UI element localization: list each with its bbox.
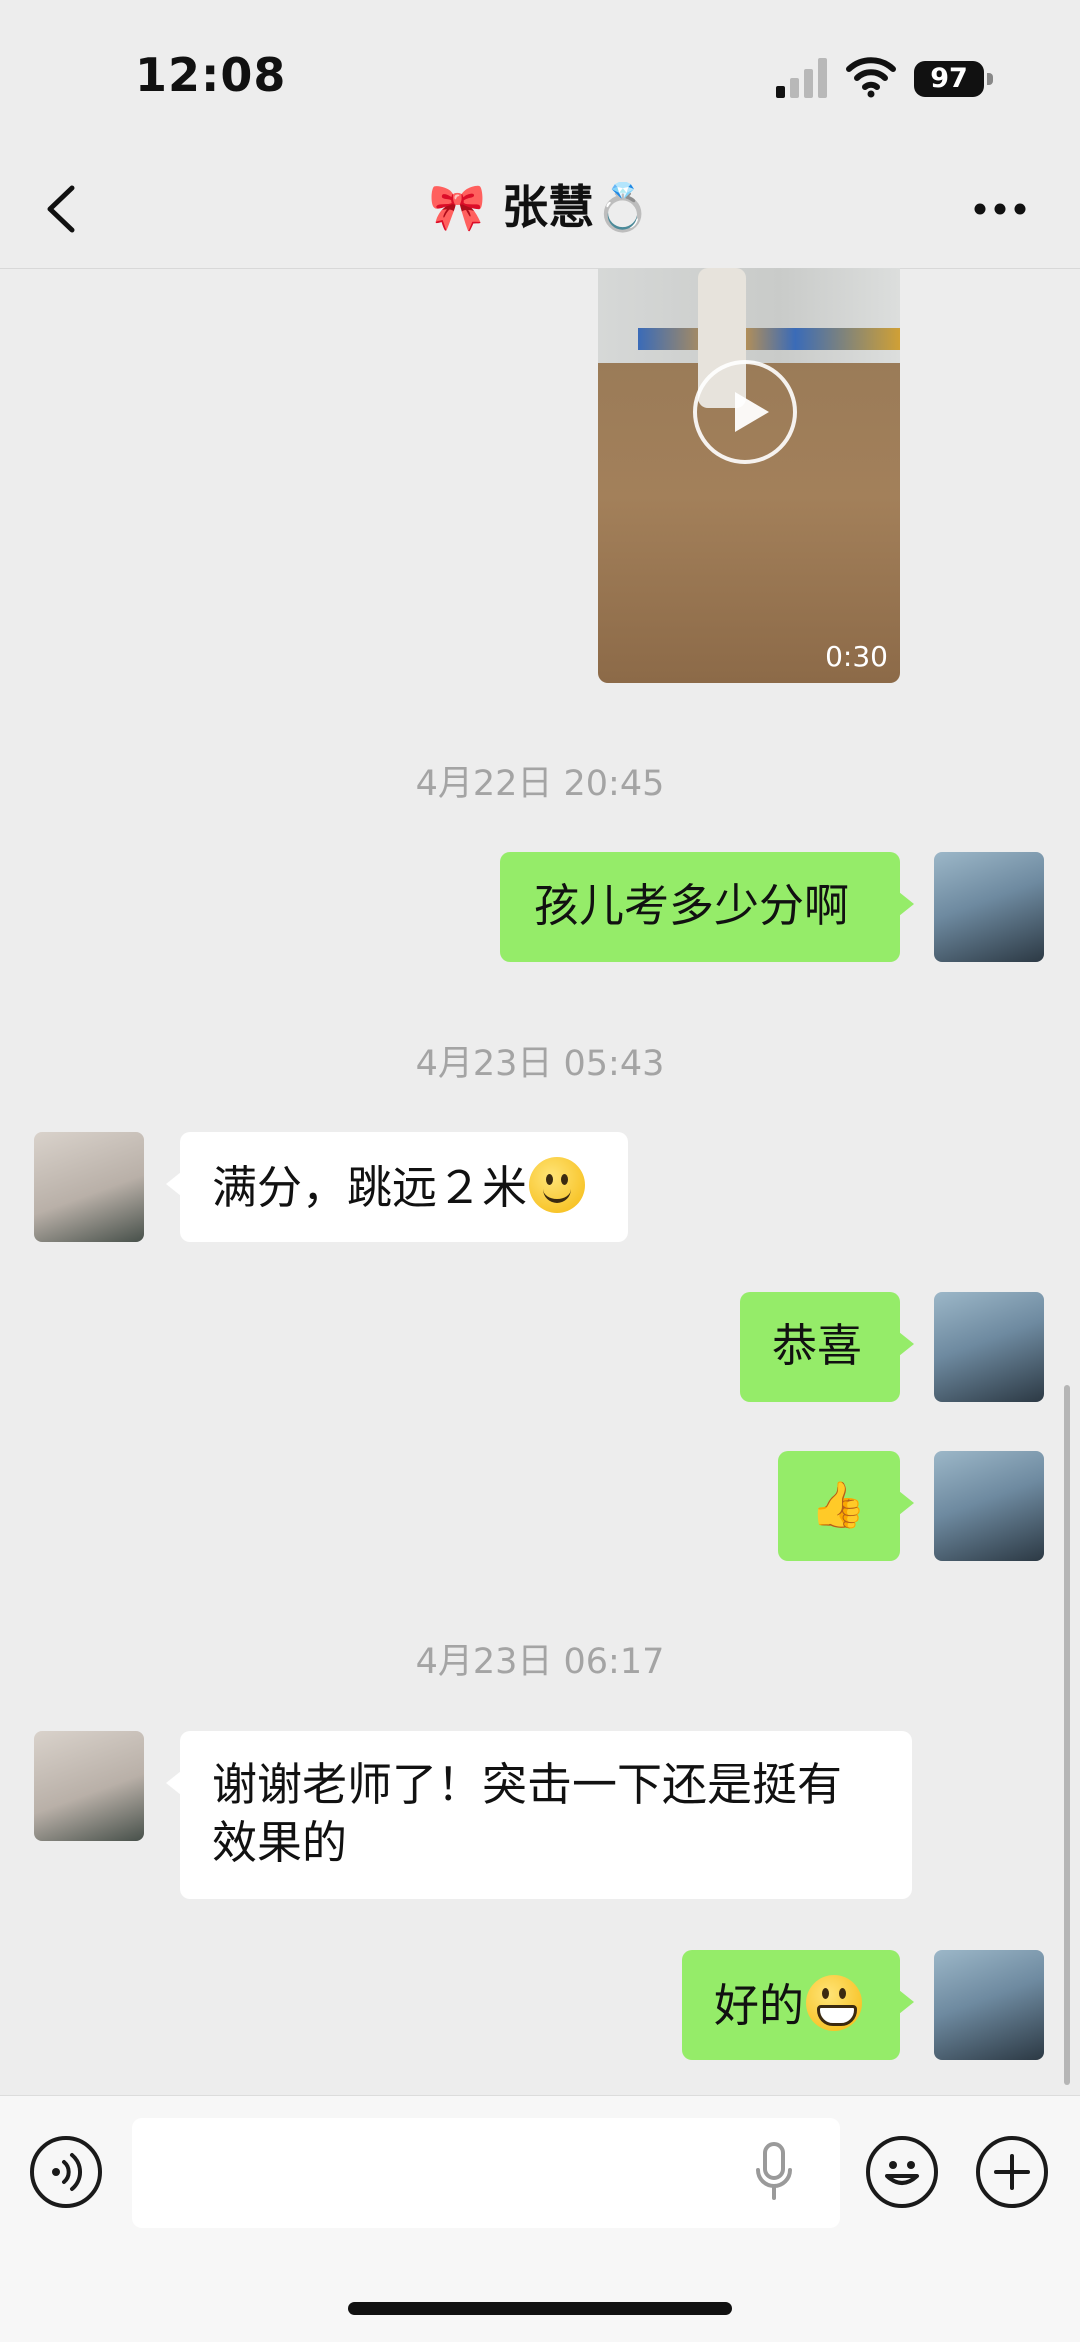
signal-icon [776, 58, 827, 98]
scrollbar[interactable] [1064, 1385, 1070, 2085]
emoji-icon[interactable] [866, 2136, 938, 2208]
timestamp: 4月23日 06:17 [415, 1642, 665, 1682]
message-text: 满分，跳远２米 [212, 1161, 528, 1214]
timestamp: 4月22日 20:45 [415, 764, 665, 804]
mic-icon[interactable] [754, 2140, 794, 2204]
message-bubble-received[interactable]: 谢谢老师了！突击一下还是挺有 效果的 [166, 1731, 912, 1899]
chat-area[interactable]: 0:30 4月22日 20:45 孩儿考多少分啊 4月23日 05:43 满分，… [0, 268, 1080, 2095]
message-text-line: 效果的 [212, 1816, 348, 1869]
grin-emoji-icon [806, 1975, 863, 2031]
message-bubble-sent[interactable]: 👍 [778, 1451, 914, 1561]
video-duration: 0:30 [825, 640, 888, 673]
avatar[interactable] [934, 852, 1044, 962]
avatar[interactable] [934, 1950, 1044, 2060]
nav-bar: 🎀 张慧💍 [0, 150, 1080, 269]
voice-icon[interactable] [30, 2136, 102, 2208]
home-indicator[interactable] [348, 2302, 732, 2315]
message-text-line: 谢谢老师了！突击一下还是挺有 [212, 1758, 843, 1811]
battery-tip [987, 73, 993, 85]
video-message[interactable]: 0:30 [598, 268, 900, 683]
play-icon[interactable] [693, 360, 797, 464]
chat-title: 🎀 张慧💍 [428, 180, 652, 234]
battery-icon: 97 [914, 61, 984, 97]
status-bar: 12:08 97 [0, 0, 1080, 150]
status-time: 12:08 [135, 48, 287, 102]
message-text: 好的 [714, 1979, 805, 2032]
input-bar [0, 2095, 1080, 2342]
chevron-left-icon[interactable] [36, 176, 96, 242]
smile-emoji-icon [529, 1157, 586, 1213]
message-bubble-received[interactable]: 满分，跳远２米 [166, 1132, 628, 1242]
message-bubble-sent[interactable]: 孩儿考多少分啊 [500, 852, 914, 962]
message-bubble-sent[interactable]: 好的 [682, 1950, 914, 2060]
wifi-icon [846, 57, 896, 98]
video-stripe [638, 328, 900, 350]
plus-icon[interactable] [976, 2136, 1048, 2208]
message-bubble-sent[interactable]: 恭喜 [740, 1292, 914, 1402]
timestamp: 4月23日 05:43 [415, 1044, 665, 1084]
avatar[interactable] [34, 1731, 144, 1841]
avatar[interactable] [934, 1451, 1044, 1561]
avatar[interactable] [934, 1292, 1044, 1402]
avatar[interactable] [34, 1132, 144, 1242]
ellipsis-icon[interactable] [960, 176, 1040, 242]
message-input[interactable] [132, 2118, 840, 2228]
